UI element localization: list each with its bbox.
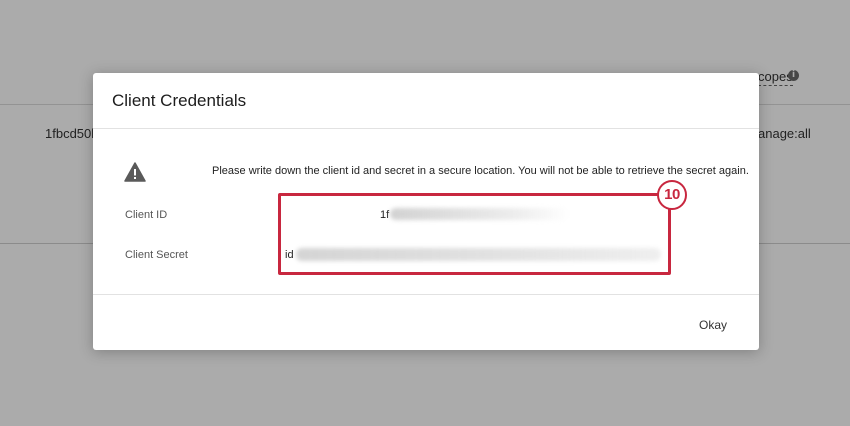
okay-button[interactable]: Okay [689, 313, 737, 337]
client-credentials-dialog: Client Credentials Please write down the… [93, 73, 759, 350]
dialog-header-divider [93, 128, 759, 129]
client-id-label: Client ID [125, 209, 168, 221]
dialog-title: Client Credentials [112, 91, 247, 110]
warning-message: Please write down the client id and secr… [212, 165, 749, 177]
client-secret-label: Client Secret [125, 249, 188, 261]
warning-triangle-icon [124, 162, 146, 182]
dialog-footer-divider [93, 294, 759, 295]
annotation-step-badge: 10 [657, 180, 687, 210]
annotation-highlight-box [278, 193, 671, 275]
